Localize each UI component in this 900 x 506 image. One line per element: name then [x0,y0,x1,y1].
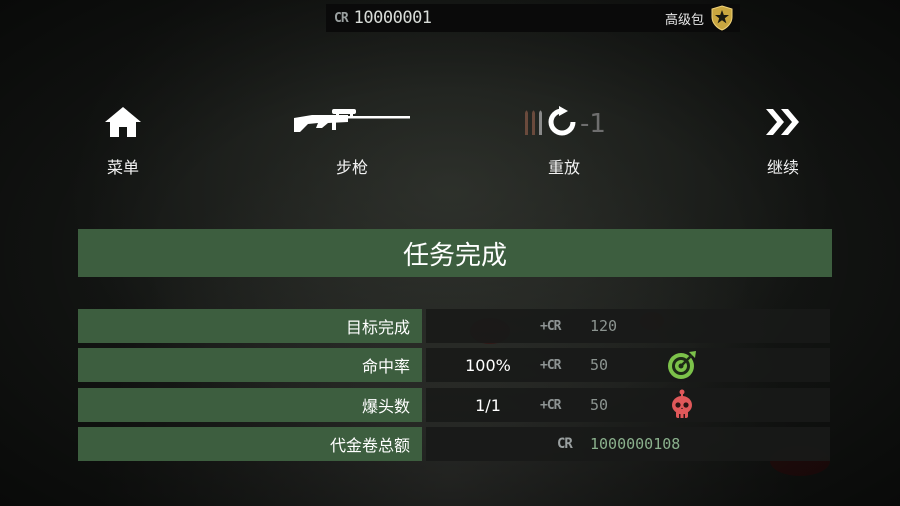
headshot-stat: 1/1 [475,395,501,415]
result-row-headshots: 爆头数 1/1 +CR 50 [78,388,830,422]
shield-star-icon[interactable] [710,5,734,31]
premium-pack-label[interactable]: 高级包 [665,9,704,28]
reward-value: 50 [590,356,609,374]
replay-button[interactable]: -1 重放 [510,104,618,178]
total-label: 代金卷总额 [78,427,422,461]
result-label: 爆头数 [78,388,422,422]
result-label: 命中率 [78,348,422,382]
reload-icon [546,106,578,142]
sniper-rifle-icon [292,106,412,142]
result-label: 目标完成 [78,309,422,343]
result-row-total: 代金卷总额 CR 1000000108 [78,427,830,461]
replay-label: 重放 [547,158,580,177]
replay-count: -1 [580,109,606,139]
menu-button[interactable]: 菜单 [92,104,154,178]
currency-mark: CR [334,10,349,26]
result-value-cell: +CR 120 [426,309,830,343]
total-value: 1000000108 [590,435,681,453]
rifle-button[interactable]: 步枪 [282,104,422,178]
result-row-objective: 目标完成 +CR 120 [78,309,830,343]
skull-icon [664,388,700,422]
home-icon [103,105,143,143]
result-row-accuracy: 命中率 100% +CR 50 [78,348,830,382]
rifle-label: 步枪 [335,158,368,177]
menu-label: 菜单 [106,158,139,177]
accuracy-stat: 100% [465,355,511,375]
reward-value: 50 [590,396,609,414]
mission-complete-title: 任务完成 [402,240,507,271]
plus-cr-mark: +CR [540,357,562,373]
plus-cr-mark: +CR [540,397,562,413]
mission-complete-banner: 任务完成 [78,229,832,277]
bullets-icon [522,107,546,141]
double-chevron-right-icon [764,106,802,142]
balance-value: 10000001 [353,8,432,28]
result-value-cell: 100% +CR 50 [426,348,830,382]
currency-bar: CR 10000001 高级包 [326,4,740,32]
plus-cr-mark: +CR [540,318,562,334]
currency-mark: CR [557,436,573,452]
continue-label: 继续 [766,158,799,177]
target-icon [664,348,700,382]
total-value-cell: CR 1000000108 [426,427,830,461]
reward-value: 120 [590,317,618,335]
continue-button[interactable]: 继续 [750,104,816,178]
result-value-cell: 1/1 +CR 50 [426,388,830,422]
